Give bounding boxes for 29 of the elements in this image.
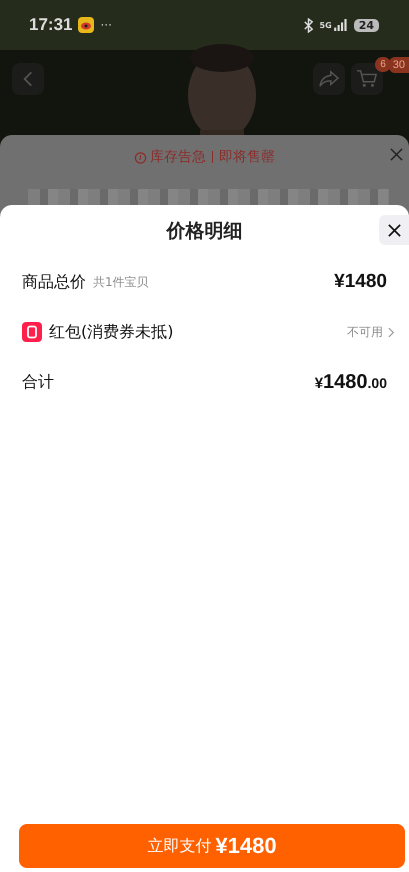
close-icon — [386, 222, 402, 238]
close-button[interactable] — [379, 215, 409, 245]
signal-icon — [334, 19, 348, 31]
count-badge: 30 — [388, 57, 409, 73]
envelope-icon — [22, 322, 42, 342]
row-label: 商品总价 — [22, 272, 86, 292]
more-notifications: ··· — [100, 18, 112, 32]
alarm-clock-icon — [134, 150, 147, 164]
close-icon[interactable] — [389, 147, 404, 162]
share-button[interactable] — [312, 63, 345, 95]
stock-alert-text: 库存告急 — [150, 148, 206, 166]
status-time: 17:31 — [29, 15, 72, 35]
total-amount: ¥1480.00 — [314, 370, 387, 394]
back-icon — [23, 70, 33, 88]
app-notification-icon — [78, 17, 94, 33]
share-icon — [318, 70, 340, 88]
item-count: 共1件宝贝 — [93, 274, 149, 290]
row-label: 红包(消费券未抵) — [49, 322, 174, 342]
sheet-title: 价格明细 — [166, 219, 242, 244]
row-label: 合计 — [22, 372, 54, 392]
coupon-selector[interactable]: 不可用 — [347, 324, 395, 340]
subtotal-amount: ¥1480 — [334, 271, 387, 293]
cart-icon — [356, 69, 378, 89]
network-type: 5G — [320, 20, 332, 30]
back-button[interactable] — [12, 63, 44, 95]
chevron-right-icon — [388, 326, 395, 338]
sell-out-text: 即将售罄 — [219, 148, 275, 166]
pay-now-button[interactable]: 立即支付 ¥1480 — [19, 824, 405, 868]
bluetooth-icon — [302, 18, 314, 32]
